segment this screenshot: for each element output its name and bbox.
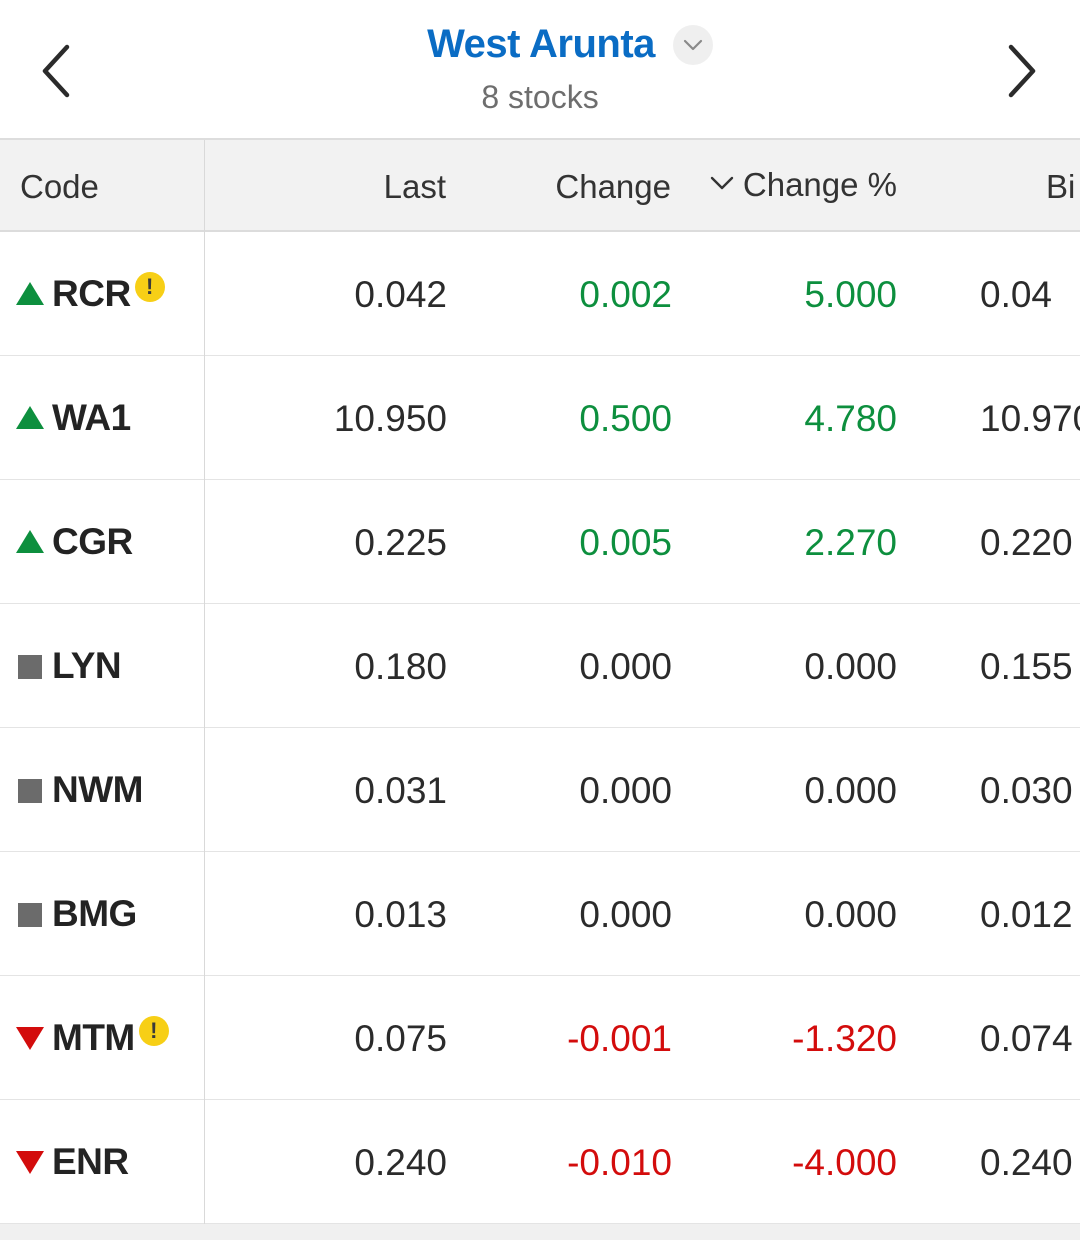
price-change: 0.500 (579, 398, 672, 439)
stock-code-cell: RCR! (14, 232, 165, 355)
table-row[interactable]: CGR 0.225 0.005 2.270 0.220 (0, 480, 1080, 604)
table-row[interactable]: RCR! 0.042 0.002 5.000 0.04 (0, 232, 1080, 356)
column-header-change-pct-label: Change % (742, 166, 897, 203)
stock-code-cell: BMG (14, 852, 137, 975)
bid-price: 0.04 (980, 274, 1053, 315)
column-header-change-pct[interactable]: Change % (709, 140, 897, 230)
last-price: 0.225 (354, 522, 447, 563)
stock-code: RCR (52, 272, 131, 314)
last-price: 0.013 (354, 894, 447, 935)
column-header-bid[interactable]: Bi (1046, 140, 1075, 230)
next-list-button[interactable] (986, 34, 1056, 108)
table-row[interactable]: ENR 0.240 -0.010 -4.000 0.240 (0, 1100, 1080, 1224)
stock-code: WA1 (52, 396, 131, 438)
chevron-down-icon[interactable] (672, 24, 713, 65)
alert-icon[interactable]: ! (138, 1015, 169, 1046)
stock-code: LYN (52, 644, 122, 686)
trend-flat-icon (18, 902, 42, 927)
last-price: 0.031 (354, 770, 447, 811)
trend-up-icon (16, 281, 44, 305)
last-price: 0.042 (354, 274, 447, 315)
trend-up-icon (16, 529, 44, 553)
trend-flat-icon (18, 778, 42, 803)
price-change-pct: 0.000 (804, 894, 897, 935)
stock-code: MTM (52, 1016, 135, 1058)
price-change-pct: 0.000 (804, 646, 897, 687)
table-row[interactable]: NWM 0.031 0.000 0.000 0.030 (0, 728, 1080, 852)
last-price: 0.240 (354, 1142, 447, 1183)
watchlist-title-group: West Arunta 8 stocks (0, 22, 1080, 116)
price-change-pct: 2.270 (804, 522, 897, 563)
last-price: 0.180 (354, 646, 447, 687)
column-header-last[interactable]: Last (384, 140, 446, 230)
bid-price: 0.012 (980, 894, 1073, 935)
watchlist-header: West Arunta 8 stocks (0, 0, 1080, 140)
bid-price: 0.030 (980, 770, 1073, 811)
stock-code-cell: LYN (14, 604, 122, 727)
watchlist-title[interactable]: West Arunta (427, 22, 655, 67)
table-row[interactable]: MTM! 0.075 -0.001 -1.320 0.074 (0, 976, 1080, 1100)
price-change: 0.000 (579, 646, 672, 687)
stocks-table: Code Last Change Change % Bi RCR! 0.042 0.… (0, 140, 1080, 1224)
bid-price: 10.970 (980, 398, 1080, 439)
price-change: 0.000 (579, 894, 672, 935)
last-price: 10.950 (333, 398, 447, 439)
table-row[interactable]: WA1 10.950 0.500 4.780 10.970 (0, 356, 1080, 480)
sort-descending-icon (710, 176, 734, 190)
column-header-change[interactable]: Change (555, 140, 671, 230)
bid-price: 0.220 (980, 522, 1073, 563)
trend-down-icon (16, 1026, 44, 1050)
stock-code: CGR (52, 520, 133, 562)
last-price: 0.075 (354, 1018, 447, 1059)
stock-code: BMG (52, 892, 137, 934)
table-header: Code Last Change Change % Bi (0, 140, 1080, 232)
alert-icon[interactable]: ! (134, 271, 165, 302)
price-change: -0.001 (567, 1018, 672, 1059)
stock-code-cell: NWM (14, 728, 143, 851)
price-change: 0.002 (579, 274, 672, 315)
bid-price: 0.074 (980, 1018, 1073, 1059)
price-change: 0.000 (579, 770, 672, 811)
chevron-right-icon (1008, 44, 1036, 98)
trend-flat-icon (18, 654, 42, 679)
stock-code: ENR (52, 1140, 129, 1182)
trend-down-icon (16, 1150, 44, 1174)
stock-count: 8 stocks (481, 79, 599, 115)
watchlist-selector[interactable]: West Arunta (427, 22, 713, 67)
bid-price: 0.155 (980, 646, 1073, 687)
bottom-strip (0, 1224, 1080, 1240)
price-change: -0.010 (567, 1142, 672, 1183)
price-change-pct: 0.000 (804, 770, 897, 811)
price-change: 0.005 (579, 522, 672, 563)
column-header-code[interactable]: Code (20, 140, 99, 230)
price-change-pct: 5.000 (804, 274, 897, 315)
stock-code-cell: CGR (14, 480, 133, 603)
column-divider (204, 140, 205, 1224)
stock-code-cell: ENR (14, 1100, 129, 1223)
trend-up-icon (16, 405, 44, 429)
stock-code-cell: WA1 (14, 356, 131, 479)
stock-code-cell: MTM! (14, 976, 169, 1099)
price-change-pct: -1.320 (792, 1018, 897, 1059)
price-change-pct: 4.780 (804, 398, 897, 439)
table-row[interactable]: LYN 0.180 0.000 0.000 0.155 (0, 604, 1080, 728)
table-row[interactable]: BMG 0.013 0.000 0.000 0.012 (0, 852, 1080, 976)
bid-price: 0.240 (980, 1142, 1073, 1183)
price-change-pct: -4.000 (792, 1142, 897, 1183)
stock-code: NWM (52, 768, 143, 810)
